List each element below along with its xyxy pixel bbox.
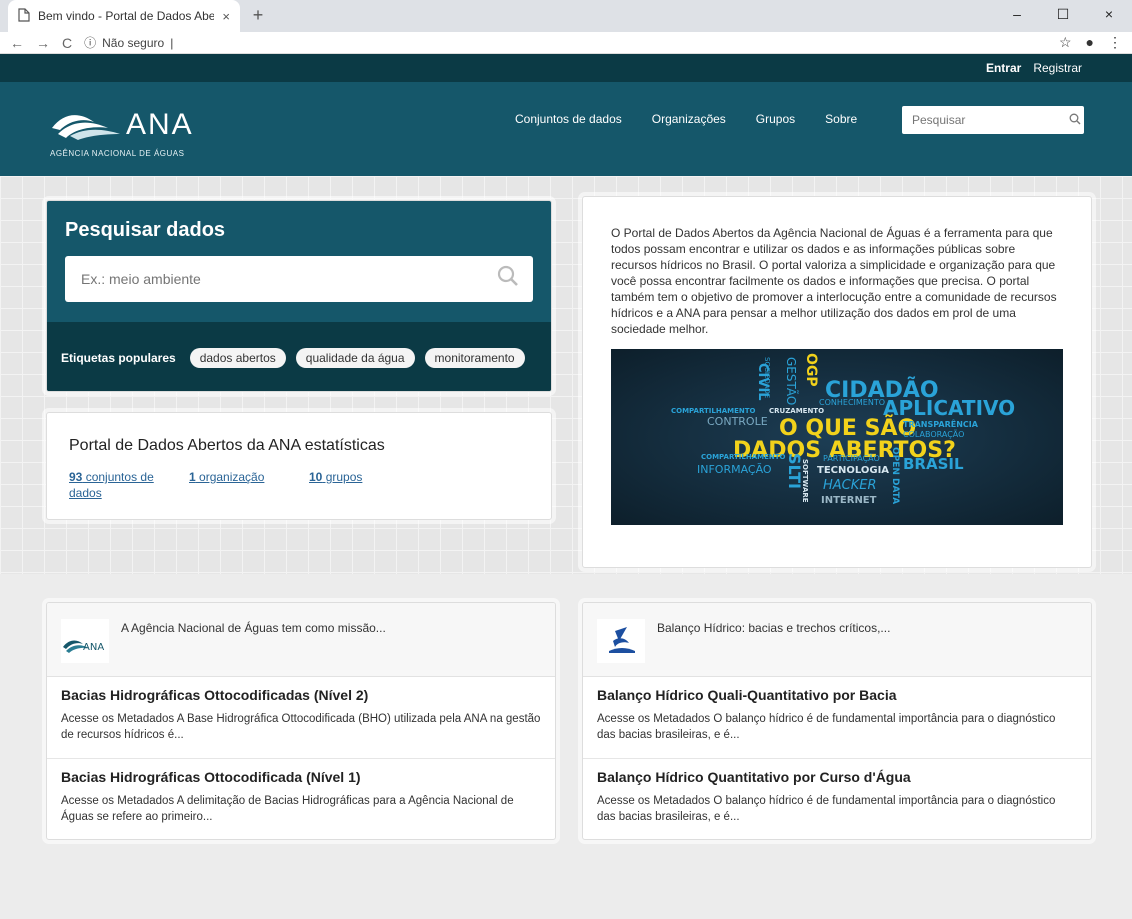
dataset-description: Acesse os Metadados A Base Hidrográfica …	[61, 713, 541, 741]
register-link[interactable]: Registrar	[1033, 61, 1082, 75]
dataset-title[interactable]: Bacias Hidrográficas Ottocodificada (Nív…	[61, 769, 541, 785]
stat-organizations[interactable]: 1 organização	[189, 469, 285, 501]
dataset-item[interactable]: Bacias Hidrográficas Ottocodificada (Nív…	[47, 759, 555, 839]
browser-tab[interactable]: Bem vindo - Portal de Dados Abe ×	[8, 0, 240, 32]
ana-logo-text: ANA	[83, 642, 104, 653]
dataset-description: Acesse os Metadados A delimitação de Bac…	[61, 795, 514, 823]
info-icon[interactable]: ⓘ	[84, 34, 96, 51]
group-header[interactable]: Balanço Hídrico: bacias e trechos crític…	[583, 603, 1091, 677]
group-description: Balanço Hídrico: bacias e trechos crític…	[657, 621, 891, 635]
stats-panel: Portal de Dados Abertos da ANA estatísti…	[46, 412, 552, 520]
nav-datasets[interactable]: Conjuntos de dados	[515, 112, 622, 126]
main-nav: Conjuntos de dados Organizações Grupos S…	[515, 112, 857, 126]
tags-label: Etiquetas populares	[61, 350, 176, 365]
maximize-button[interactable]: ☐	[1040, 0, 1086, 32]
dataset-title[interactable]: Balanço Hídrico Quantitativo por Curso d…	[597, 769, 1077, 785]
nav-groups[interactable]: Grupos	[756, 112, 795, 126]
cloud-word: COLABORAÇÃO	[903, 429, 964, 439]
profile-icon[interactable]: ●	[1086, 34, 1094, 51]
nav-about[interactable]: Sobre	[825, 112, 857, 126]
tab-close-icon[interactable]: ×	[222, 9, 230, 24]
dataset-item[interactable]: Balanço Hídrico Quali-Quantitativo por B…	[583, 677, 1091, 759]
groups-section: ANA A Agência Nacional de Águas tem como…	[0, 574, 1132, 892]
dataset-title[interactable]: Balanço Hídrico Quali-Quantitativo por B…	[597, 687, 1077, 703]
tag-pill[interactable]: qualidade da água	[295, 347, 415, 368]
cloud-word: SOCIEDADE	[763, 357, 771, 398]
stats-title: Portal de Dados Abertos da ANA estatísti…	[69, 437, 385, 454]
cloud-word: INTERNET	[821, 495, 877, 506]
cloud-word: BRASIL	[903, 455, 964, 473]
back-icon[interactable]: ←	[10, 35, 24, 51]
cloud-word: HACKER	[823, 478, 877, 493]
stat-groups[interactable]: 10 grupos	[309, 469, 405, 501]
logo-word: ANA	[126, 107, 194, 141]
group-card-ana: ANA A Agência Nacional de Águas tem como…	[46, 602, 556, 840]
cloud-word: TECNOLOGIA	[817, 465, 889, 476]
search-title: Pesquisar dados	[65, 219, 226, 241]
account-bar: Entrar Registrar	[0, 54, 1132, 82]
dataset-item[interactable]: Bacias Hidrográficas Ottocodificadas (Ní…	[47, 677, 555, 759]
cloud-word: COMPARTILHAMENTO	[671, 407, 756, 415]
menu-icon[interactable]: ⋮	[1108, 34, 1122, 51]
minimize-button[interactable]: –	[994, 0, 1040, 32]
tab-title: Bem vindo - Portal de Dados Abe	[38, 9, 215, 23]
cloud-word: CRUZAMENTO	[769, 407, 824, 415]
stat-datasets[interactable]: 93 conjuntos de dados	[69, 469, 165, 501]
dataset-description: Acesse os Metadados O balanço hídrico é …	[597, 795, 1056, 823]
browser-tabbar: Bem vindo - Portal de Dados Abe × + – ☐ …	[0, 0, 1132, 32]
cloud-word: SOFTWARE	[801, 459, 809, 503]
header-search-input[interactable]	[910, 112, 1069, 128]
cloud-word: INFORMAÇÃO	[697, 463, 772, 476]
search-icon[interactable]	[497, 265, 519, 293]
cloud-word: CONHECIMENTO	[819, 398, 885, 407]
nav-organizations[interactable]: Organizações	[652, 112, 726, 126]
forward-icon[interactable]: →	[36, 35, 50, 51]
star-icon[interactable]: ☆	[1059, 34, 1072, 51]
open-data-wordcloud-image: CIDADÃO APLICATIVO O QUE SÃO DADOS ABERT…	[611, 349, 1063, 525]
site-logo[interactable]: ANA AGÊNCIA NACIONAL DE ÁGUAS	[50, 106, 194, 159]
close-window-button[interactable]: ×	[1086, 0, 1132, 32]
balance-group-logo-icon	[597, 619, 645, 663]
address-bar: ← → C ⓘ Não seguro | ☆ ● ⋮	[0, 32, 1132, 54]
cloud-word: TRANSPARÊNCIA	[903, 418, 979, 429]
search-field	[65, 256, 533, 302]
cloud-word: PARTICIPAÇÃO	[823, 453, 880, 463]
new-tab-button[interactable]: +	[248, 5, 268, 26]
reload-icon[interactable]: C	[62, 35, 72, 51]
login-link[interactable]: Entrar	[986, 61, 1021, 75]
cloud-word: CONTROLE	[707, 415, 768, 428]
popular-tags: Etiquetas populares dados abertos qualid…	[47, 322, 551, 391]
search-input[interactable]	[79, 270, 497, 288]
dataset-description: Acesse os Metadados O balanço hídrico é …	[597, 713, 1056, 741]
about-panel: O Portal de Dados Abertos da Agência Nac…	[582, 196, 1092, 568]
header-search	[902, 106, 1084, 134]
tag-pill[interactable]: monitoramento	[424, 347, 525, 368]
hero: Pesquisar dados Etiquetas populares dado…	[0, 176, 1132, 574]
tag-pill[interactable]: dados abertos	[189, 347, 286, 368]
group-header[interactable]: ANA A Agência Nacional de Águas tem como…	[47, 603, 555, 677]
omnibox[interactable]: ⓘ Não seguro |	[84, 34, 1047, 51]
search-panel: Pesquisar dados Etiquetas populares dado…	[46, 200, 552, 392]
cloud-word: GESTÃO	[784, 357, 799, 405]
cloud-word: OPEN DATA	[890, 447, 900, 504]
group-description: A Agência Nacional de Águas tem como mis…	[121, 621, 386, 635]
site: Entrar Registrar ANA AGÊNCIA NACIONAL DE…	[0, 54, 1132, 919]
dataset-title[interactable]: Bacias Hidrográficas Ottocodificadas (Ní…	[61, 687, 541, 703]
logo-subtitle: AGÊNCIA NACIONAL DE ÁGUAS	[50, 149, 185, 158]
cloud-word: OGP	[803, 353, 819, 387]
search-icon[interactable]	[1069, 113, 1081, 128]
wave-logo-icon	[50, 106, 122, 143]
ana-group-logo-icon: ANA	[61, 619, 109, 663]
security-status: Não seguro	[102, 35, 165, 50]
cloud-word: COMPARTILHAMENTO	[701, 453, 786, 461]
masthead: ANA AGÊNCIA NACIONAL DE ÁGUAS Conjuntos …	[0, 82, 1132, 176]
about-text: O Portal de Dados Abertos da Agência Nac…	[611, 226, 1057, 336]
group-card-balanco: Balanço Hídrico: bacias e trechos crític…	[582, 602, 1092, 840]
page-icon	[18, 7, 30, 25]
dataset-item[interactable]: Balanço Hídrico Quantitativo por Curso d…	[583, 759, 1091, 839]
